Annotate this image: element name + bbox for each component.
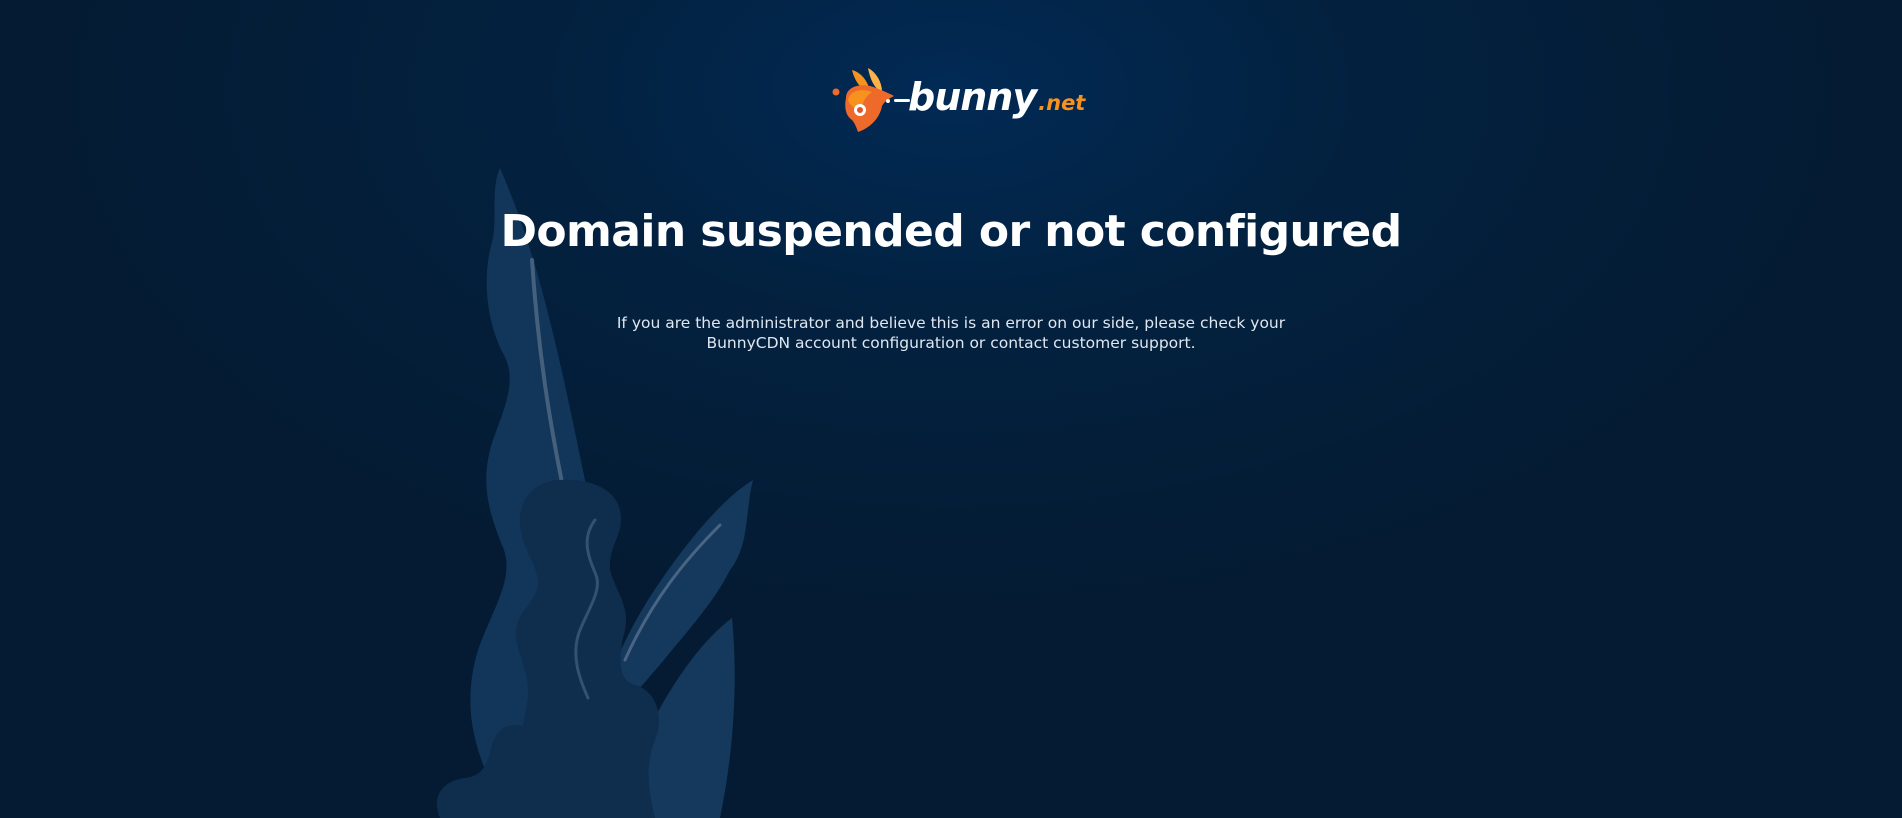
- brand-wordmark: bunny .net: [886, 75, 1086, 119]
- wordmark-dot: [886, 99, 890, 103]
- bunny-net-logo[interactable]: bunny .net: [832, 66, 1085, 140]
- brand-name: bunny: [908, 75, 1037, 119]
- page-title: Domain suspended or not configured: [500, 206, 1402, 257]
- error-message: If you are the administrator and believe…: [616, 314, 1286, 352]
- brand-tld: .net: [1038, 91, 1086, 115]
- wordmark-dash: [894, 99, 910, 102]
